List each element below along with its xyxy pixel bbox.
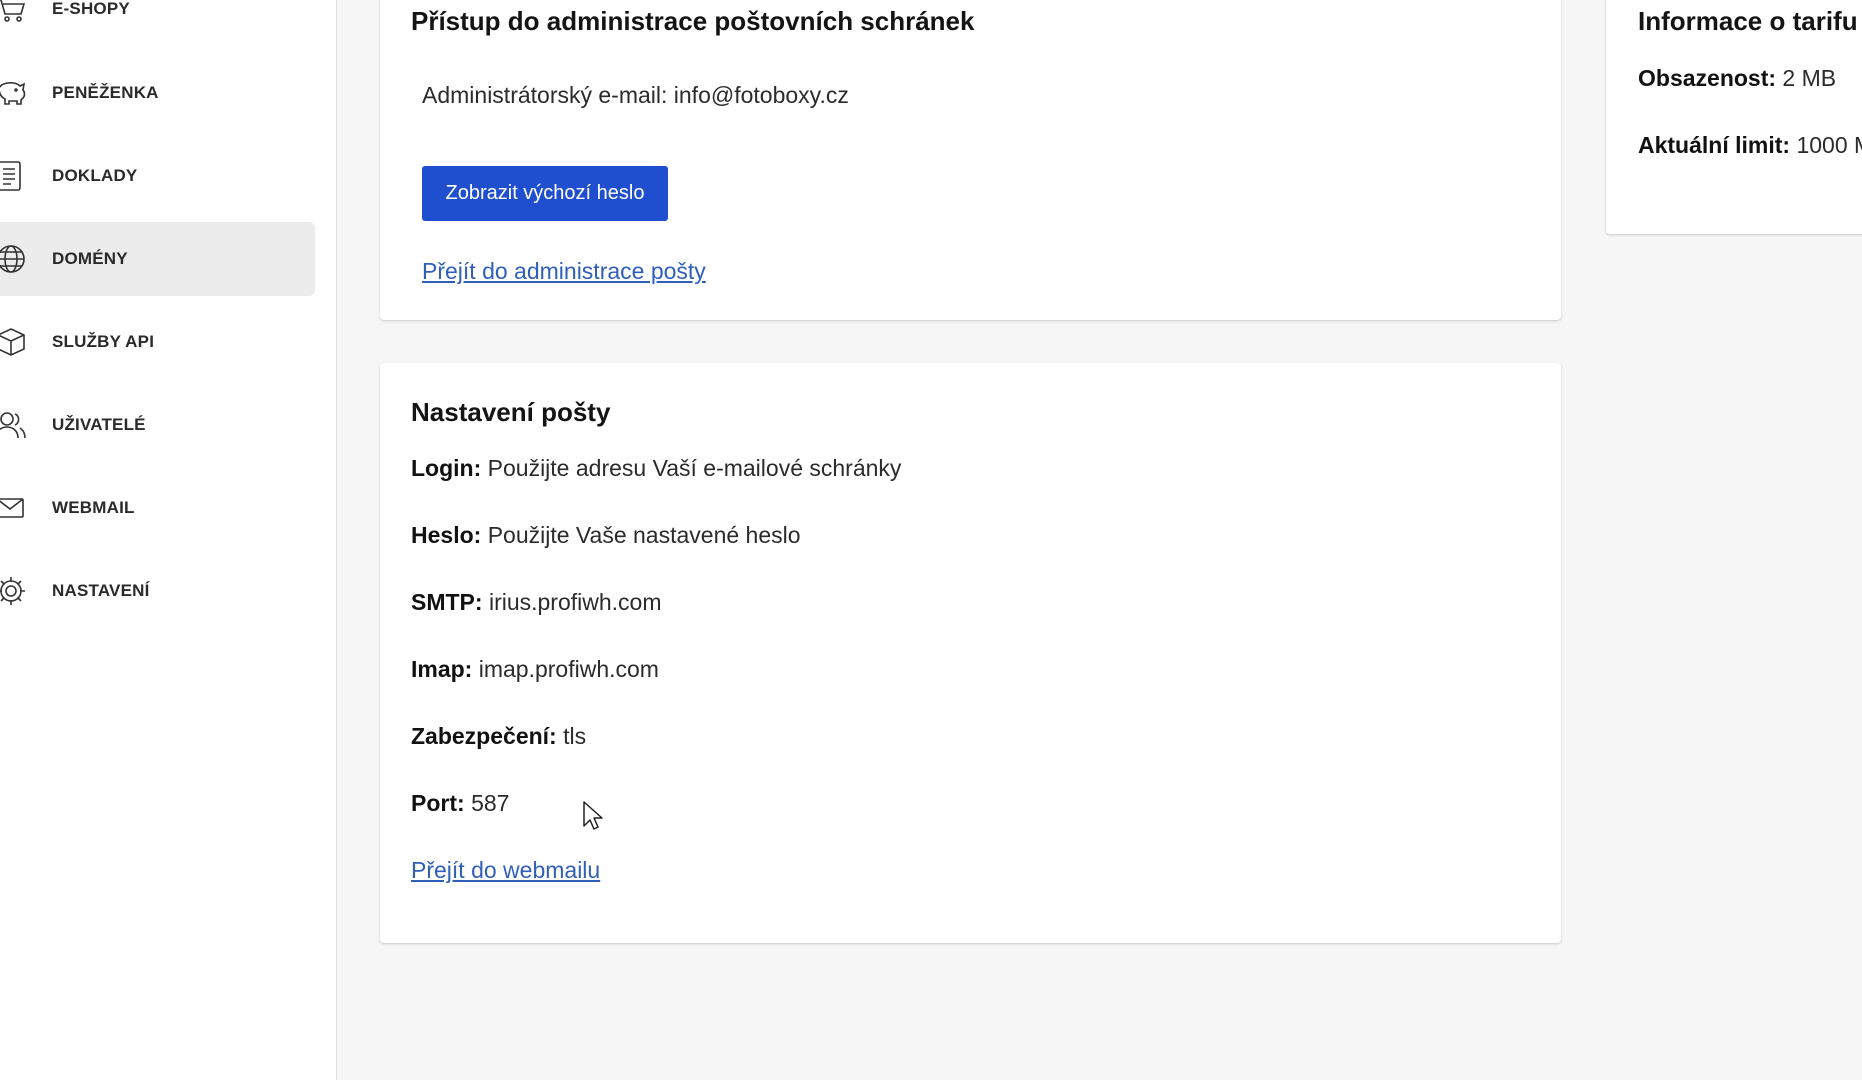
row-value: 587 (471, 790, 510, 816)
mail-settings-card: Nastavení pošty Login: Použijte adresu V… (380, 363, 1561, 943)
sidebar-item-webmail[interactable]: WEBMAIL (0, 471, 315, 545)
sidebar-item-label: DOKLADY (52, 166, 138, 185)
gear-icon (0, 574, 28, 608)
tariff-info-card: Informace o tarifu Obsazenost: 2 MB Aktu… (1606, 0, 1862, 234)
sidebar-item-nastaveni[interactable]: NASTAVENÍ (0, 554, 315, 628)
mailbox-admin-card: Přístup do administrace poštovních schrá… (380, 0, 1561, 320)
limit-row: Aktuální limit: 1000 MB (1638, 132, 1862, 159)
mouse-cursor-icon (582, 800, 604, 832)
imap-row: Imap: imap.profiwh.com (411, 656, 659, 683)
sidebar-item-label: E-SHOPY (52, 0, 130, 18)
login-row: Login: Použijte adresu Vaší e-mailové sc… (411, 455, 901, 482)
row-value: irius.profiwh.com (488, 589, 662, 615)
row-label: Heslo: (411, 522, 482, 548)
sidebar-item-domeny[interactable]: DOMÉNY (0, 222, 315, 296)
security-row: Zabezpečení: tls (411, 723, 586, 750)
row-label: Imap: (411, 656, 473, 682)
row-label: Aktuální limit: (1638, 132, 1791, 158)
smtp-row: SMTP: irius.profiwh.com (411, 589, 662, 616)
password-row: Heslo: Použijte Vaše nastavené heslo (411, 522, 801, 549)
row-value: Použijte Vaše nastavené heslo (487, 522, 801, 548)
sidebar-item-sluzby-api[interactable]: SLUŽBY API (0, 305, 315, 379)
sidebar-item-label: PENĚŽENKA (52, 83, 159, 102)
sidebar-item-label: NASTAVENÍ (52, 581, 150, 600)
sidebar-item-label: WEBMAIL (52, 498, 135, 517)
sidebar-item-penezenka[interactable]: PENĚŽENKA (0, 56, 315, 130)
users-icon (0, 408, 28, 442)
row-label: Port: (411, 790, 465, 816)
globe-icon (0, 242, 28, 276)
sidebar-item-label: SLUŽBY API (52, 332, 155, 351)
sidebar: E-SHOPY PENĚŽENKA DOKLADY DOMÉNY SLUŽBY … (0, 0, 337, 1080)
row-value: 2 MB (1782, 65, 1837, 91)
show-default-password-button[interactable]: Zobrazit výchozí heslo (422, 166, 668, 221)
admin-email-label: Administrátorský e-mail: (422, 82, 674, 108)
mail-icon (0, 491, 28, 525)
row-label: Login: (411, 455, 482, 481)
admin-email-value: info@fotoboxy.cz (673, 82, 849, 108)
sidebar-item-doklady[interactable]: DOKLADY (0, 139, 315, 213)
row-value: 1000 MB (1796, 132, 1862, 158)
sidebar-item-e-shopy[interactable]: E-SHOPY (0, 0, 315, 46)
row-label: SMTP: (411, 589, 483, 615)
sidebar-item-uzivatele[interactable]: UŽIVATELÉ (0, 388, 315, 462)
cart-icon (0, 0, 28, 26)
sidebar-item-label: DOMÉNY (52, 249, 128, 268)
row-value: tls (563, 723, 587, 749)
row-label: Obsazenost: (1638, 65, 1777, 91)
card-title: Informace o tarifu (1638, 6, 1858, 36)
card-title: Přístup do administrace poštovních schrá… (411, 6, 975, 36)
document-icon (0, 159, 28, 193)
api-box-icon (0, 325, 28, 359)
admin-email-row: Administrátorský e-mail: info@fotoboxy.c… (422, 82, 849, 109)
row-label: Zabezpečení: (411, 723, 557, 749)
webmail-link[interactable]: Přejít do webmailu (411, 857, 600, 884)
mail-admin-link[interactable]: Přejít do administrace pošty (422, 258, 706, 285)
card-title: Nastavení pošty (411, 397, 611, 427)
row-value: imap.profiwh.com (478, 656, 659, 682)
usage-row: Obsazenost: 2 MB (1638, 65, 1836, 92)
port-row: Port: 587 (411, 790, 509, 817)
sidebar-item-label: UŽIVATELÉ (52, 415, 146, 434)
row-value: Použijte adresu Vaší e-mailové schránky (487, 455, 902, 481)
piggy-bank-icon (0, 76, 28, 110)
